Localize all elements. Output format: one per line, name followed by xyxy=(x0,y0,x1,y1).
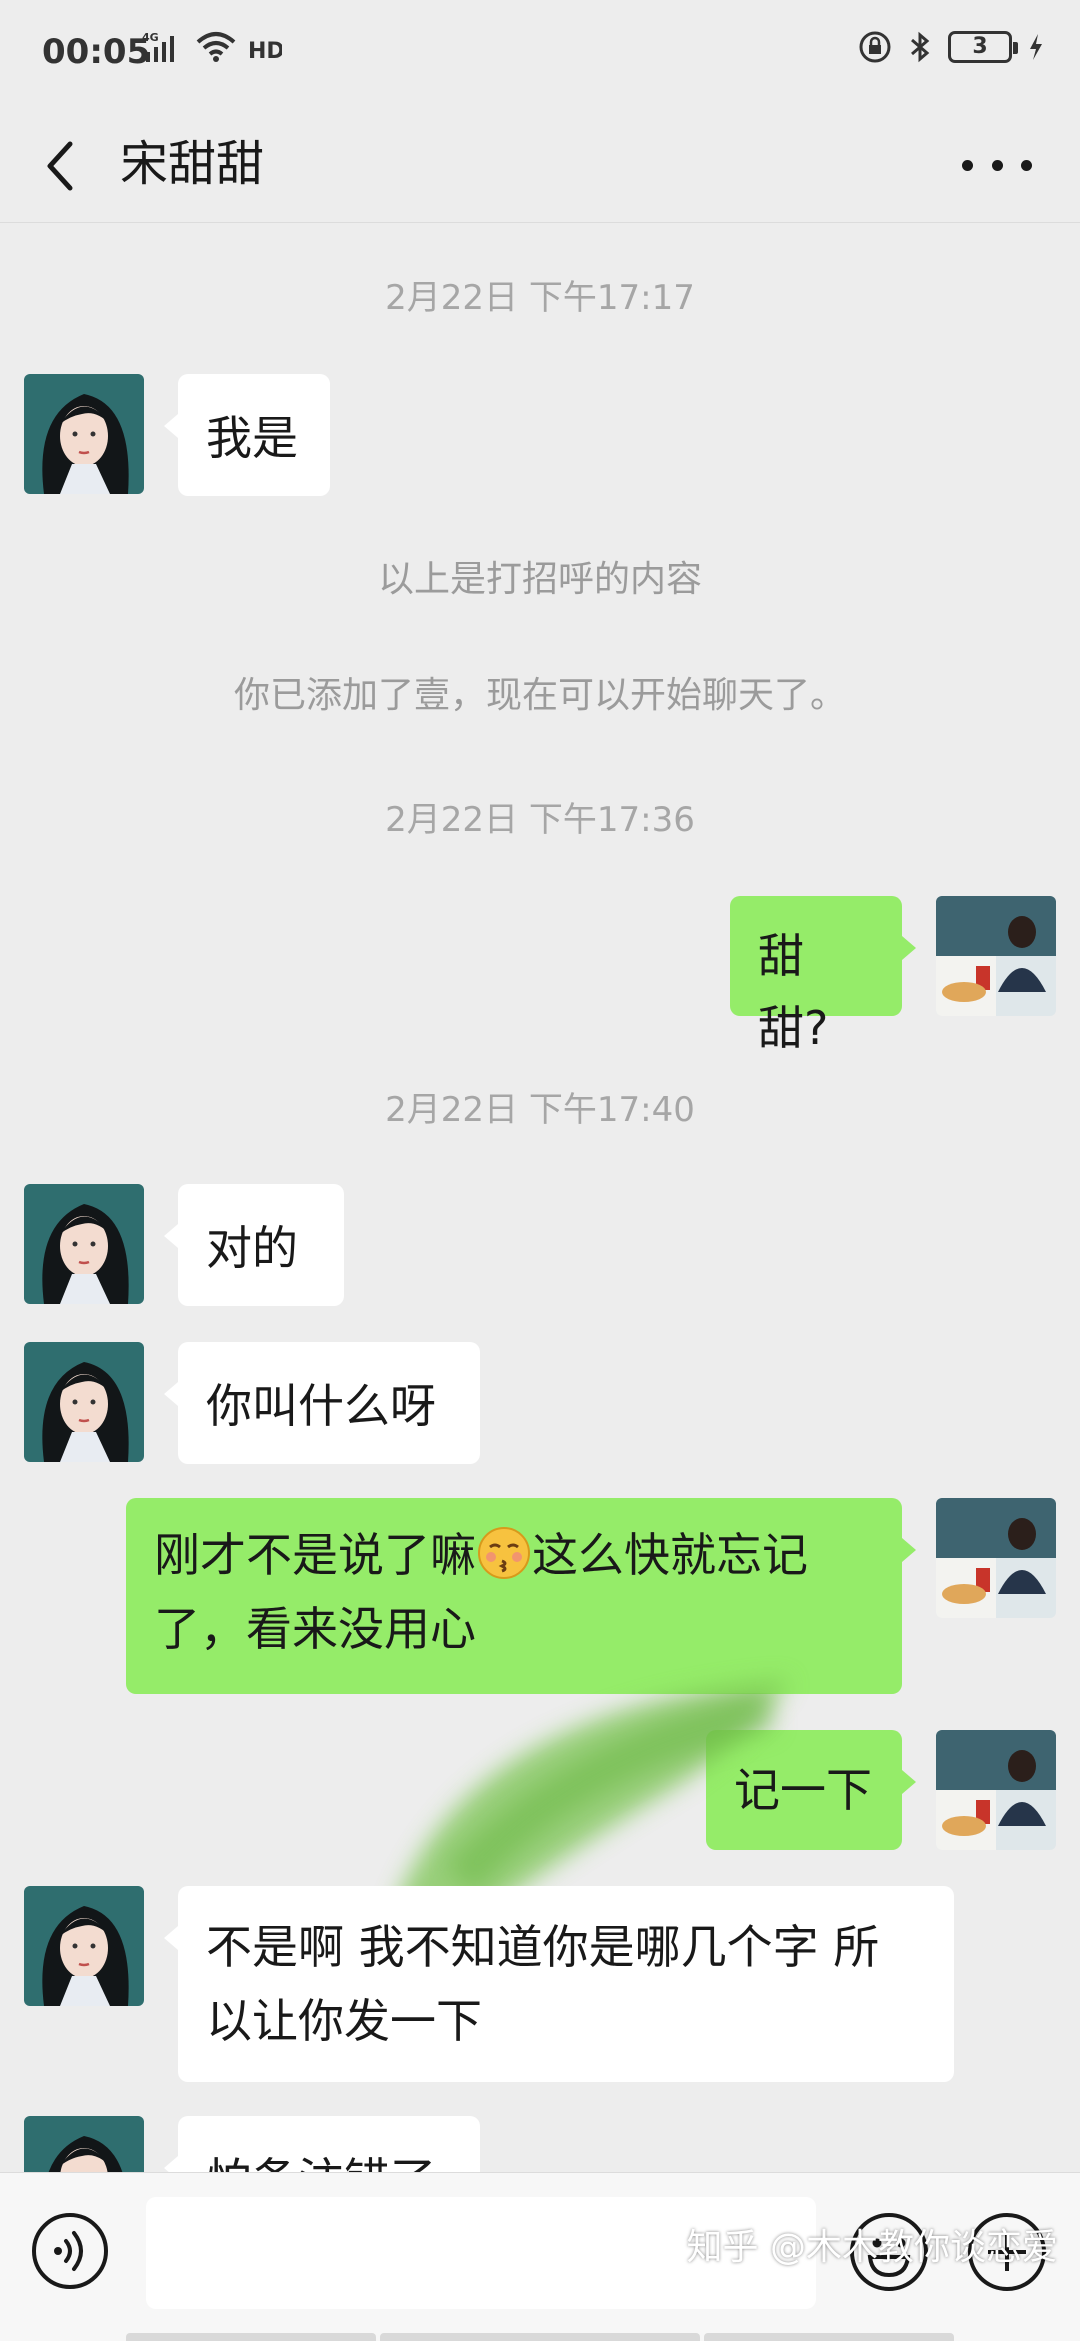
more-options-icon[interactable] xyxy=(962,140,1032,190)
back-arrow-icon[interactable] xyxy=(40,132,80,200)
status-time: 00:05 xyxy=(42,32,151,72)
system-message: 以上是打招呼的内容 xyxy=(377,559,702,600)
message-line: 了，看来没用心 xyxy=(154,1592,874,1666)
timestamp: 2月22日 下午17:17 xyxy=(385,278,695,318)
outgoing-message[interactable]: 甜甜? xyxy=(730,896,916,1055)
charging-icon xyxy=(1030,34,1042,60)
incoming-message[interactable]: 怕备注错了 xyxy=(164,2116,480,2172)
contact-avatar[interactable] xyxy=(24,374,144,494)
wifi-icon xyxy=(196,32,236,62)
chat-header: 宋甜甜 xyxy=(0,110,1080,223)
contact-avatar[interactable] xyxy=(24,2116,144,2172)
message-text: 刚才不是说了嘛 xyxy=(154,1528,476,1582)
status-right-icons: 3 xyxy=(858,30,1044,64)
message-text: 甜甜? xyxy=(758,929,829,1055)
message-line: 刚才不是说了嘛 这么快就忘记 xyxy=(154,1518,874,1592)
hd-icon: HD xyxy=(248,39,282,64)
partial-message-row: 怕备注错了 xyxy=(0,2116,1080,2172)
signal-icon: 4G xyxy=(142,31,174,62)
message-text: 你叫什么呀 xyxy=(206,1379,436,1433)
timestamp: 2月22日 下午17:40 xyxy=(385,1090,695,1130)
message-text: 怕备注错了 xyxy=(206,2153,436,2172)
contact-avatar[interactable] xyxy=(24,1342,144,1462)
incoming-message[interactable]: 你叫什么呀 xyxy=(164,1342,480,1464)
svg-text:HD: HD xyxy=(248,39,282,64)
status-bar: 00:05 4G HD 3 xyxy=(0,0,1080,110)
svg-text:4G: 4G xyxy=(142,31,159,44)
message-text: 对的 xyxy=(206,1221,298,1275)
my-avatar[interactable] xyxy=(936,896,1056,1016)
voice-input-icon[interactable] xyxy=(30,2211,110,2291)
incoming-message[interactable]: 对的 xyxy=(164,1184,344,1306)
my-avatar[interactable] xyxy=(936,1498,1056,1618)
my-avatar[interactable] xyxy=(936,1730,1056,1850)
incoming-message[interactable]: 不是啊 我不知道你是哪几个字 所 以让你发一下 xyxy=(164,1886,954,2082)
message-text: 不是啊 我不知道你是哪几个字 所 xyxy=(206,1920,880,1974)
lock-rotation-icon xyxy=(859,31,891,63)
message-text: 以让你发一下 xyxy=(206,1994,482,2048)
incoming-message[interactable]: 我是 xyxy=(164,374,330,496)
outgoing-message[interactable]: 刚才不是说了嘛 这么快就忘记 了，看来没用心 xyxy=(126,1498,916,1694)
contact-avatar[interactable] xyxy=(24,1184,144,1304)
message-text: 记一下 xyxy=(734,1763,872,1817)
bluetooth-icon xyxy=(911,31,930,63)
timestamp: 2月22日 下午17:36 xyxy=(385,800,695,840)
message-text: 这么快就忘记 xyxy=(532,1528,808,1582)
contact-avatar[interactable] xyxy=(24,1886,144,2006)
chat-title: 宋甜甜 xyxy=(120,136,265,192)
zhihu-watermark: 知乎 @木木教你谈恋爱 xyxy=(686,2227,1058,2268)
message-text: 了，看来没用心 xyxy=(154,1602,476,1656)
message-text: 我是 xyxy=(206,411,298,465)
kissing-face-emoji-icon xyxy=(478,1527,530,1579)
outgoing-message[interactable]: 记一下 xyxy=(706,1730,916,1850)
system-message: 你已添加了壹，现在可以开始聊天了。 xyxy=(233,675,846,716)
status-left-icons: 4G HD xyxy=(142,30,282,64)
battery-indicator: 3 xyxy=(948,31,1018,63)
